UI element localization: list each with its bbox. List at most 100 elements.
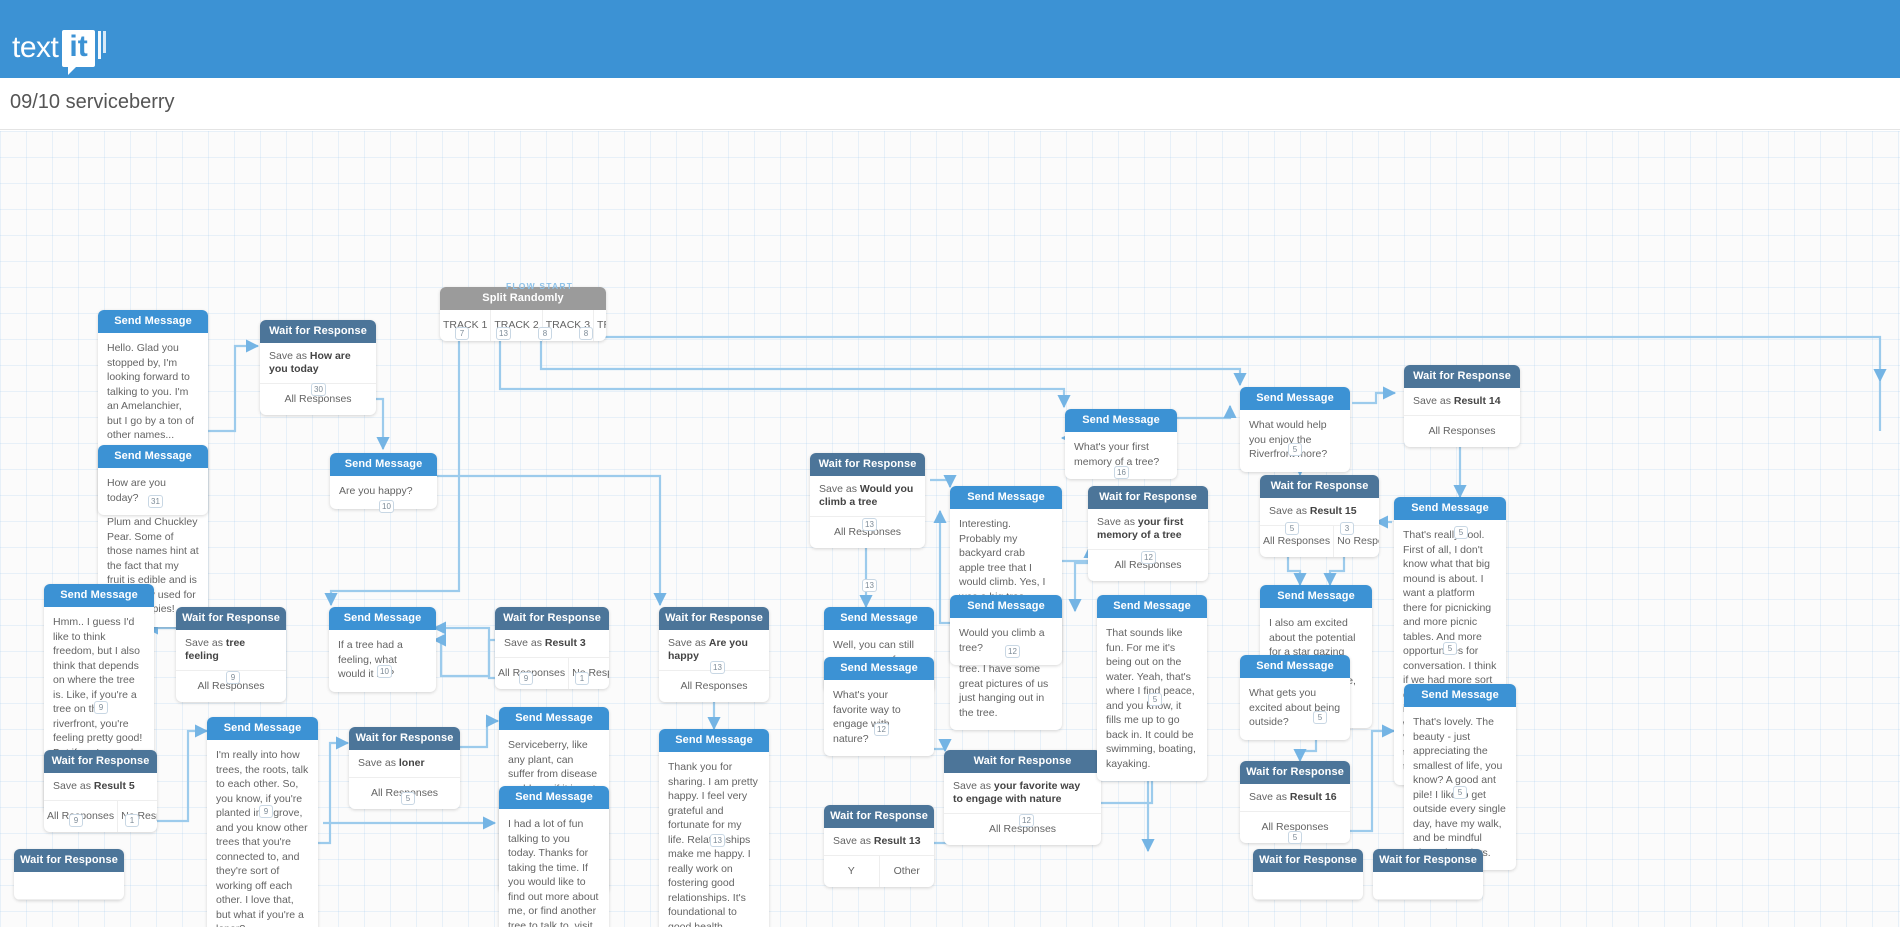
node-message-text: What's your favorite way to engage with … — [833, 689, 901, 745]
node-wait-result-15[interactable]: Wait for Response Save as Result 15 All … — [1260, 475, 1379, 557]
connector-count-pill[interactable]: 1 — [575, 672, 589, 685]
connector-count-pill[interactable]: 9 — [69, 814, 83, 827]
save-as-prefix: Save as — [358, 757, 399, 769]
connector-count-pill[interactable]: 13 — [496, 327, 511, 340]
category-all-responses[interactable]: All Responses — [1404, 416, 1520, 447]
flow-start-label: FLOW START — [506, 281, 574, 291]
connector-count-pill[interactable]: 13 — [710, 661, 725, 674]
category-other[interactable]: Other — [880, 856, 935, 887]
node-categories: All Responses No Response — [44, 801, 157, 832]
category-y[interactable]: Y — [824, 856, 880, 887]
connector-count-pill[interactable]: 10 — [379, 500, 394, 513]
save-as-value: Result 15 — [1309, 505, 1357, 517]
node-message-text: I'm really into how trees, the roots, ta… — [216, 749, 309, 927]
connector-count-pill[interactable]: 5 — [1443, 642, 1457, 655]
connector-count-pill[interactable]: 13 — [862, 579, 877, 592]
flow-canvas[interactable]: FLOW START Split Randomly TRACK 1 TRACK … — [0, 131, 1900, 927]
connector-count-pill[interactable]: 30 — [311, 383, 326, 396]
node-wait-result-13[interactable]: Wait for Response Save as Result 13 Y Ot… — [824, 805, 934, 887]
connector-count-pill[interactable]: 5 — [1285, 522, 1299, 535]
connector-count-pill[interactable]: 5 — [1453, 786, 1467, 799]
connector-count-pill[interactable]: 12 — [1019, 814, 1034, 827]
connector-count-pill[interactable]: 9 — [259, 805, 273, 818]
node-wait-favorite-way[interactable]: Wait for Response Save as your favorite … — [944, 750, 1101, 845]
connector-count-pill[interactable]: 5 — [1148, 693, 1162, 706]
connector-count-pill[interactable]: 5 — [1288, 831, 1302, 844]
connector-count-pill[interactable]: 13 — [862, 518, 877, 531]
node-wait-bottom-left[interactable]: Wait for Response — [14, 849, 124, 900]
node-save-as: Save as Would you climb a tree — [810, 476, 925, 517]
node-wait-bottom-right-2[interactable]: Wait for Response — [1373, 849, 1483, 900]
node-save-as — [14, 872, 124, 900]
node-header: Wait for Response — [14, 849, 124, 872]
node-send-thank-you-sharing[interactable]: Send Message Thank you for sharing. I am… — [659, 729, 769, 927]
connector-count-pill[interactable]: 7 — [455, 327, 469, 340]
connector-count-pill[interactable]: 9 — [226, 671, 240, 684]
node-send-excited-outside[interactable]: Send Message What gets you excited about… — [1240, 655, 1350, 740]
node-header: Wait for Response — [1404, 365, 1520, 388]
node-header: Wait for Response — [260, 320, 376, 343]
node-header: Send Message — [1065, 409, 1177, 432]
node-header: Send Message — [207, 717, 318, 740]
node-header: Send Message — [950, 486, 1062, 509]
textit-logo[interactable]: text it — [12, 28, 108, 75]
node-header: Send Message — [329, 607, 436, 630]
connector-count-pill[interactable]: 8 — [538, 327, 552, 340]
save-as-value: loner — [398, 757, 425, 769]
node-save-as: Save as your favorite way to engage with… — [944, 773, 1101, 814]
connector-count-pill[interactable]: 5 — [1288, 443, 1302, 456]
node-send-favorite-way[interactable]: Send Message What's your favorite way to… — [824, 657, 934, 756]
logo-bubble-icon: it — [62, 29, 95, 75]
save-as-prefix: Save as — [1097, 516, 1138, 528]
node-wait-would-you-climb[interactable]: Wait for Response Save as Would you clim… — [810, 453, 925, 548]
connector-count-pill[interactable]: 13 — [710, 834, 725, 847]
connector-count-pill[interactable]: 16 — [1114, 466, 1129, 479]
node-wait-result-5[interactable]: Wait for Response Save as Result 5 All R… — [44, 750, 157, 832]
node-header: Send Message — [1404, 684, 1516, 707]
connector-count-pill[interactable]: 10 — [377, 665, 392, 678]
connector-count-pill[interactable]: 3 — [1340, 522, 1354, 535]
save-as-prefix: Save as — [269, 350, 310, 362]
flow-title-bar: 09/10 serviceberry — [0, 78, 1900, 130]
connector-count-pill[interactable]: 9 — [94, 701, 108, 714]
node-header: Send Message — [950, 595, 1062, 618]
connector-count-pill[interactable]: 5 — [1313, 711, 1327, 724]
node-send-fun-talking[interactable]: Send Message I had a lot of fun talking … — [499, 786, 609, 927]
save-as-prefix: Save as — [833, 835, 874, 847]
node-wait-tree-feeling[interactable]: Wait for Response Save as tree feeling A… — [176, 607, 286, 702]
node-send-tree-feeling[interactable]: Send Message If a tree had a feeling, wh… — [329, 607, 436, 692]
connector-count-pill[interactable]: 9 — [519, 672, 533, 685]
node-header: Wait for Response — [659, 607, 769, 630]
node-categories: All Responses No Response — [1260, 526, 1379, 557]
category-track-4[interactable]: TRACK 4 — [594, 310, 606, 341]
node-send-riverfront[interactable]: Send Message What would help you enjoy t… — [1240, 387, 1350, 472]
connector-count-pill[interactable]: 8 — [579, 327, 593, 340]
category-all-responses[interactable]: All Responses — [659, 671, 769, 702]
node-save-as: Save as your first memory of a tree — [1088, 509, 1208, 550]
connector-count-pill[interactable]: 12 — [874, 723, 889, 736]
connector-count-pill[interactable]: 1 — [125, 814, 139, 827]
node-header: Send Message — [98, 310, 208, 333]
node-header: Wait for Response — [1373, 849, 1483, 872]
node-message-text: What would help you enjoy the Riverfront… — [1249, 419, 1328, 460]
connector-count-pill[interactable]: 5 — [401, 792, 415, 805]
node-send-sounds-like-fun[interactable]: Send Message That sounds like fun. For m… — [1097, 595, 1207, 781]
node-header: Send Message — [1240, 655, 1350, 678]
node-header: Send Message — [824, 607, 934, 630]
node-send-thats-lovely[interactable]: Send Message That's lovely. The beauty -… — [1404, 684, 1516, 870]
node-wait-first-memory[interactable]: Wait for Response Save as your first mem… — [1088, 486, 1208, 581]
node-wait-are-you-happy[interactable]: Wait for Response Save as Are you happy … — [659, 607, 769, 702]
node-save-as — [1253, 872, 1363, 900]
node-wait-result-14[interactable]: Wait for Response Save as Result 14 All … — [1404, 365, 1520, 447]
node-header: Send Message — [1097, 595, 1207, 618]
connector-count-pill[interactable]: 12 — [1141, 551, 1156, 564]
node-wait-result-3[interactable]: Wait for Response Save as Result 3 All R… — [495, 607, 609, 689]
connector-count-pill[interactable]: 5 — [1454, 526, 1468, 539]
node-wait-how-are-you[interactable]: Wait for Response Save as How are you to… — [260, 320, 376, 415]
node-send-really-into-trees[interactable]: Send Message I'm really into how trees, … — [207, 717, 318, 927]
connector-count-pill[interactable]: 12 — [1005, 645, 1020, 658]
node-header: Wait for Response — [1088, 486, 1208, 509]
connector-count-pill[interactable]: 31 — [148, 495, 163, 508]
node-save-as: Save as How are you today — [260, 343, 376, 384]
node-wait-bottom-right-1[interactable]: Wait for Response — [1253, 849, 1363, 900]
